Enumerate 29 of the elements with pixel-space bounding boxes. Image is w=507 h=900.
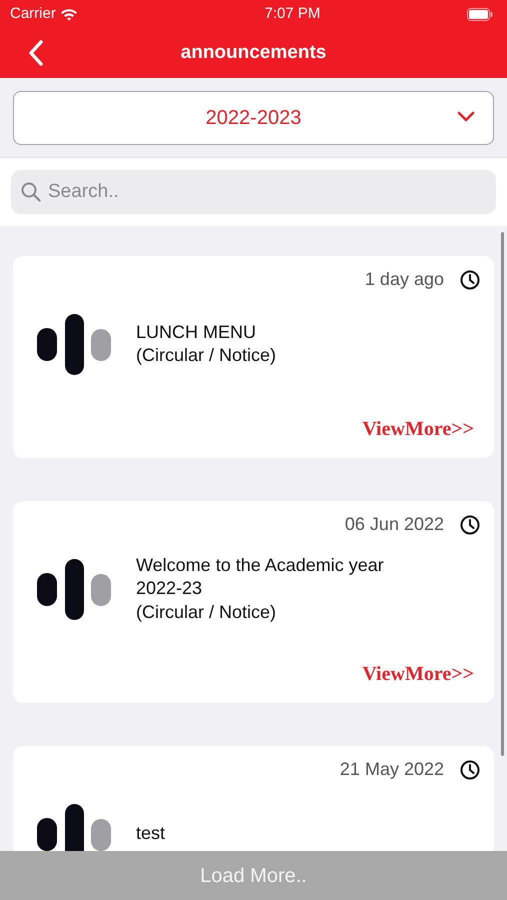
announcement-card[interactable]: 06 Jun 2022 Welcome to the Academic year 2022-23 (Circular / Notice) ViewMore>> [13, 501, 494, 703]
announcement-card[interactable]: 1 day ago LUNCH MENU (Circular / Notice) ViewMore>> [13, 256, 494, 458]
back-icon [28, 40, 44, 66]
audio-bars-icon [37, 314, 112, 374]
announcement-date: 21 May 2022 [340, 758, 444, 781]
announcement-title: Welcome to the Academic year 2022-23 [136, 554, 385, 600]
announcement-type: (Circular / Notice) [136, 600, 278, 624]
announcement-card[interactable]: 21 May 2022 test [13, 746, 494, 851]
year-dropdown[interactable]: 2022-2023 [13, 91, 494, 145]
clock-icon [460, 514, 480, 534]
announcement-title: LUNCH MENU [136, 320, 258, 344]
announcement-title: test [136, 822, 166, 846]
view-more-link[interactable]: ViewMore>> [362, 414, 474, 444]
back-button[interactable] [26, 38, 46, 68]
announcement-type: (Circular / Notice) [136, 344, 276, 367]
audio-bars-icon [37, 804, 112, 851]
status-time: 7:07 PM [264, 4, 320, 24]
chevron-down-icon [457, 111, 475, 122]
page-title: announcements [180, 40, 326, 65]
clock-icon [460, 270, 480, 290]
announcement-date: 1 day ago [364, 268, 444, 291]
battery-icon [467, 8, 493, 20]
announcement-date: 06 Jun 2022 [344, 513, 444, 536]
audio-bars-icon [37, 558, 112, 620]
view-more-link[interactable]: ViewMore>> [362, 659, 474, 689]
carrier-label: Carrier [10, 4, 56, 24]
clock-icon [460, 760, 480, 780]
search-field[interactable]: Search.. [11, 170, 496, 214]
wifi-icon [60, 8, 78, 20]
